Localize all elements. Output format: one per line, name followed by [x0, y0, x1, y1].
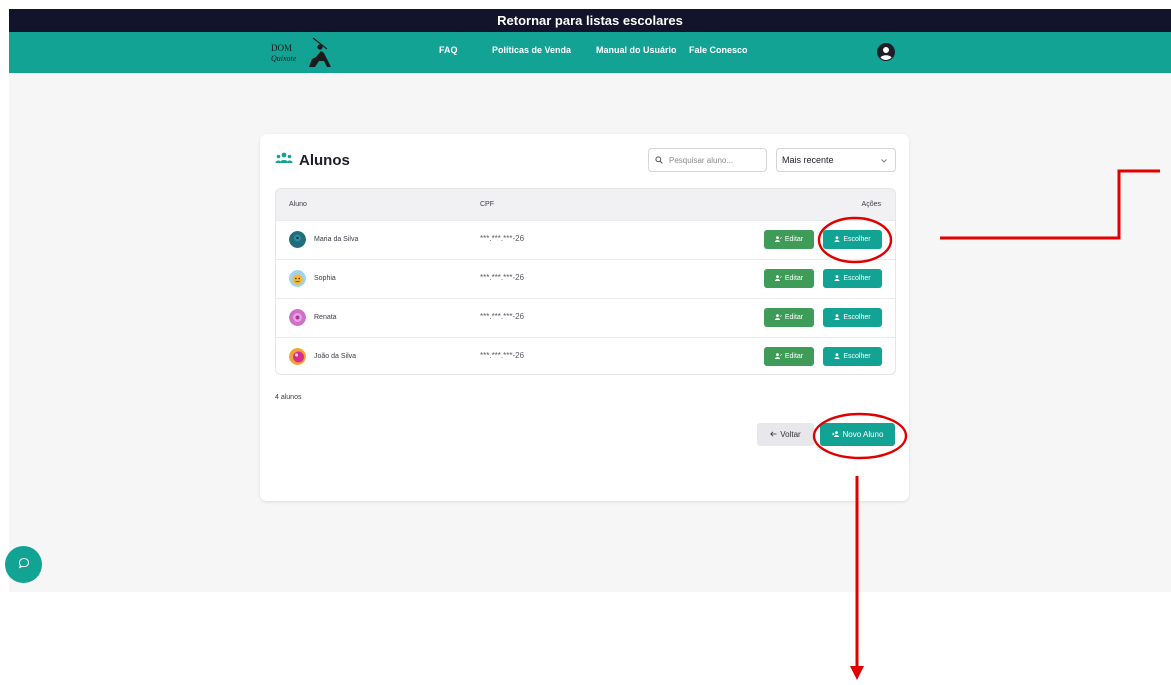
user-circle-icon[interactable]	[877, 43, 895, 61]
new-student-button[interactable]: Novo Aluno	[820, 423, 895, 446]
choose-label: Escolher	[843, 314, 871, 321]
user-edit-icon	[774, 274, 782, 283]
table-header: Aluno CPF Ações	[276, 189, 895, 220]
sort-selected-value: Mais recente	[782, 155, 834, 165]
svg-text:Quixote: Quixote	[271, 54, 297, 63]
user-plus-icon	[831, 430, 840, 439]
student-search[interactable]	[648, 148, 767, 172]
student-name: Maria da Silva	[314, 236, 359, 243]
student-name: Sophia	[314, 275, 336, 282]
chat-button[interactable]	[5, 546, 42, 583]
new-student-label: Novo Aluno	[842, 430, 884, 439]
students-card: Alunos Mais recente Aluno CPF Ações Mari…	[260, 134, 909, 501]
edit-button[interactable]: Editar	[764, 269, 814, 288]
edit-label: Editar	[784, 236, 804, 243]
edit-label: Editar	[784, 353, 804, 360]
svg-text:DOM: DOM	[271, 43, 292, 53]
edit-button[interactable]: Editar	[764, 308, 814, 327]
choose-label: Escolher	[843, 353, 871, 360]
students-table: Aluno CPF Ações Maria da Silva ***.***.*…	[275, 188, 896, 375]
user-edit-icon	[774, 313, 782, 322]
user-icon	[834, 313, 840, 322]
student-cpf: ***.***.***-26	[480, 273, 525, 282]
table-row: João da Silva ***.***.***-26 Editar Esco…	[276, 337, 895, 374]
user-edit-icon	[774, 352, 782, 361]
choose-label: Escolher	[843, 275, 871, 282]
card-header: Alunos	[275, 151, 350, 169]
column-header-acoes: Ações	[861, 201, 881, 208]
student-count: 4 alunos	[275, 394, 302, 401]
search-icon	[655, 151, 663, 169]
student-cpf: ***.***.***-26	[480, 351, 525, 360]
table-row: Sophia ***.***.***-26 Editar Escolher	[276, 259, 895, 298]
choose-button[interactable]: Escolher	[823, 308, 882, 327]
back-button[interactable]: Voltar	[757, 423, 814, 446]
navbar: DOM Quixote FAQ Políticas de Venda Manua…	[9, 32, 1171, 73]
student-cpf: ***.***.***-26	[480, 312, 525, 321]
user-edit-icon	[774, 235, 782, 244]
arrow-left-icon	[770, 430, 777, 439]
sort-select[interactable]: Mais recente	[776, 148, 896, 172]
chevron-down-icon	[881, 155, 887, 165]
edit-label: Editar	[784, 314, 804, 321]
user-icon	[834, 352, 840, 361]
avatar	[289, 348, 306, 365]
student-name: Renata	[314, 314, 337, 321]
student-name: João da Silva	[314, 353, 357, 360]
edit-button[interactable]: Editar	[764, 347, 814, 366]
back-label: Voltar	[780, 430, 801, 439]
column-header-cpf: CPF	[480, 201, 494, 208]
nav-fale-conesco[interactable]: Fale Conesco	[689, 45, 748, 55]
nav-manual-usuario[interactable]: Manual do Usuário	[596, 45, 677, 55]
avatar	[289, 309, 306, 326]
user-icon	[834, 274, 840, 283]
table-row: Renata ***.***.***-26 Editar Escolher	[276, 298, 895, 337]
choose-button[interactable]: Escolher	[823, 347, 882, 366]
search-input[interactable]	[669, 155, 754, 165]
edit-button[interactable]: Editar	[764, 230, 814, 249]
column-header-aluno: Aluno	[289, 201, 307, 208]
return-to-school-lists-link[interactable]: Retornar para listas escolares	[9, 9, 1171, 32]
nav-faq[interactable]: FAQ	[439, 45, 458, 55]
choose-button[interactable]: Escolher	[823, 269, 882, 288]
nav-politicas-venda[interactable]: Políticas de Venda	[492, 45, 571, 55]
chat-icon	[18, 556, 30, 574]
page-title: Alunos	[299, 151, 350, 169]
choose-button[interactable]: Escolher	[823, 230, 882, 249]
dom-quixote-logo[interactable]: DOM Quixote	[269, 35, 335, 70]
student-cpf: ***.***.***-26	[480, 234, 525, 243]
users-icon	[275, 151, 293, 169]
user-icon	[834, 235, 840, 244]
table-row: Maria da Silva ***.***.***-26 Editar Esc…	[276, 220, 895, 259]
annotation-arrow-down-head	[850, 666, 864, 680]
avatar	[289, 231, 306, 248]
edit-label: Editar	[784, 275, 804, 282]
choose-label: Escolher	[843, 236, 871, 243]
avatar	[289, 270, 306, 287]
